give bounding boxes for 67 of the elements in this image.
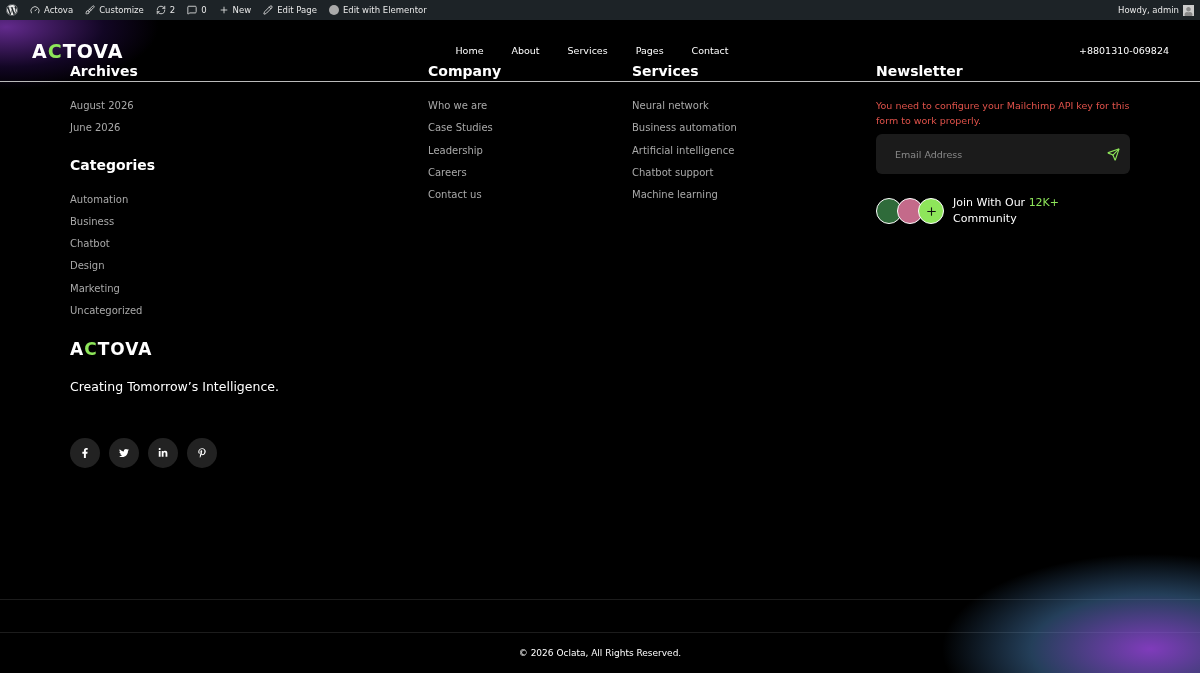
twitter-icon — [119, 448, 129, 459]
footer-link[interactable]: Design — [70, 258, 428, 275]
linkedin-icon — [158, 448, 168, 459]
avatar — [876, 198, 902, 224]
footer-link[interactable]: Artificial intelligence — [632, 142, 876, 159]
section-heading: Company — [428, 63, 503, 81]
nav-link[interactable]: Pages — [621, 45, 678, 56]
error-message: You need to configure your Mailchimp API key for this form to work properly. — [876, 99, 1130, 128]
refresh-icon — [155, 5, 166, 15]
admin-bar-item[interactable]: New — [218, 5, 252, 15]
logo: ACTOVA — [32, 39, 124, 62]
footer-link[interactable]: Machine learning — [632, 187, 876, 204]
phone-number: +8801310-069824 — [1079, 45, 1169, 56]
admin-bar-item[interactable]: Edit Page — [263, 5, 317, 15]
footer-link[interactable]: Who we are — [428, 98, 632, 115]
email-field[interactable]: Email Address — [893, 147, 1107, 161]
footer-link[interactable]: Business automation — [632, 120, 876, 137]
section-heading: Categories — [70, 156, 157, 175]
facebook-button[interactable] — [70, 438, 100, 469]
tagline: Creating Tomorrow’s Intelligence. — [70, 379, 280, 395]
footer-link[interactable]: Uncategorized — [70, 303, 428, 320]
community-text: Join With Our 12K+ Community — [953, 195, 1061, 227]
footer-link[interactable]: Case Studies — [428, 120, 632, 137]
twitter-button[interactable] — [109, 438, 139, 469]
admin-bar-item[interactable]: 2 — [155, 5, 176, 15]
wordpress-icon — [6, 4, 18, 16]
linkedin-button[interactable] — [148, 438, 178, 469]
section-heading: Newsletter — [876, 63, 964, 81]
copyright-text: © 2026 Oclata, All Rights Reserved. — [518, 648, 682, 658]
footer-link[interactable]: August 2026 — [70, 98, 428, 115]
user-greeting[interactable]: Howdy, admin — [1118, 4, 1194, 16]
dashboard-icon — [30, 5, 40, 15]
nav-link[interactable]: Contact — [677, 45, 743, 56]
avatar — [897, 198, 923, 224]
footer-link[interactable]: Contact us — [428, 187, 632, 204]
nav-link[interactable]: Home — [441, 45, 498, 56]
footer-link[interactable]: Chatbot — [70, 236, 428, 253]
email-field-box[interactable]: Email Address — [876, 134, 1130, 174]
pencil-icon — [263, 5, 274, 15]
section-heading: Services — [632, 63, 700, 81]
section-heading: Archives — [70, 63, 139, 81]
plus-icon — [918, 198, 944, 224]
footer-link[interactable]: Chatbot support — [632, 164, 876, 182]
pinterest-button[interactable] — [187, 438, 217, 469]
brush-icon — [85, 5, 96, 15]
footer-link[interactable]: Marketing — [70, 280, 428, 298]
admin-bar-item[interactable]: Customize — [85, 5, 144, 15]
nav-link[interactable]: Services — [553, 45, 622, 56]
logo: ACTOVA — [70, 339, 154, 360]
comment-icon — [187, 5, 198, 15]
admin-bar-item[interactable]: 0 — [187, 5, 207, 15]
footer-link[interactable]: Business — [70, 213, 428, 231]
admin-bar-item[interactable] — [6, 4, 18, 16]
plus-icon — [218, 5, 229, 15]
admin-bar-item[interactable]: Actova — [30, 5, 74, 15]
admin-bar-item[interactable]: Edit with Elementor — [328, 5, 427, 15]
avatar-icon — [1183, 4, 1194, 16]
facebook-icon — [80, 448, 90, 459]
footer-link[interactable]: Neural network — [632, 98, 876, 115]
footer-link[interactable]: Careers — [428, 164, 632, 182]
nav-link[interactable]: About — [497, 45, 554, 56]
footer-link[interactable]: Leadership — [428, 142, 632, 159]
pinterest-icon — [197, 448, 207, 459]
footer-link[interactable]: Automation — [70, 191, 428, 208]
footer-link[interactable]: June 2026 — [70, 120, 428, 137]
send-button[interactable] — [1107, 147, 1120, 161]
elementor-icon — [328, 5, 339, 15]
